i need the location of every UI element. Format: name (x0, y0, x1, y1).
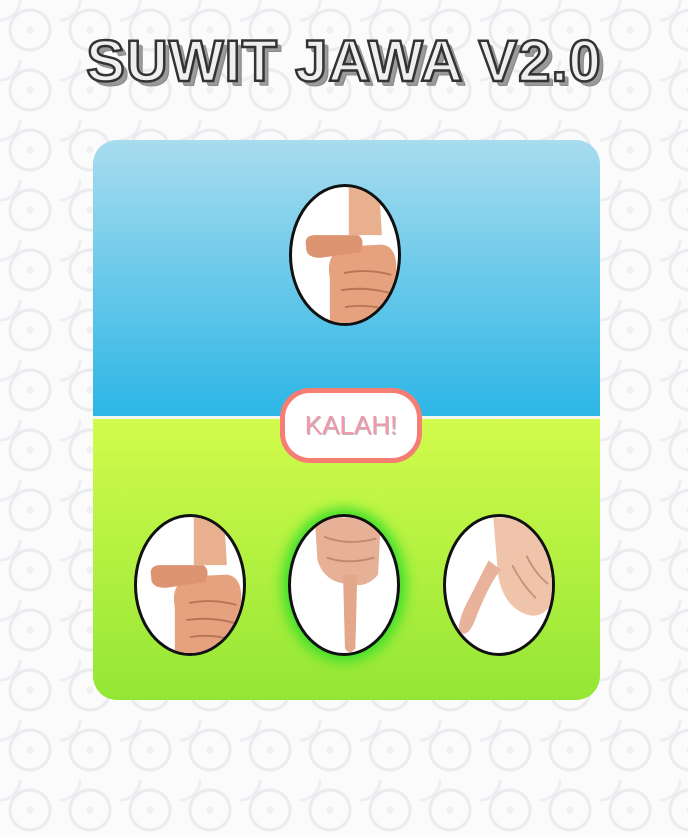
player-choice-pinky[interactable] (443, 514, 555, 656)
game-title: SUWIT JAWA V2.0 (85, 28, 602, 96)
thumb-hand-icon (149, 517, 243, 653)
thumb-hand-icon (304, 187, 398, 323)
player-choice-index-finger[interactable] (288, 514, 400, 656)
result-badge: KALAH! (280, 388, 422, 463)
index-finger-hand-icon (313, 517, 382, 653)
player-choice-thumb[interactable] (134, 514, 246, 656)
result-label: KALAH! (304, 410, 398, 440)
opponent-choice-thumb (289, 184, 401, 326)
pinky-hand-icon (457, 517, 552, 635)
